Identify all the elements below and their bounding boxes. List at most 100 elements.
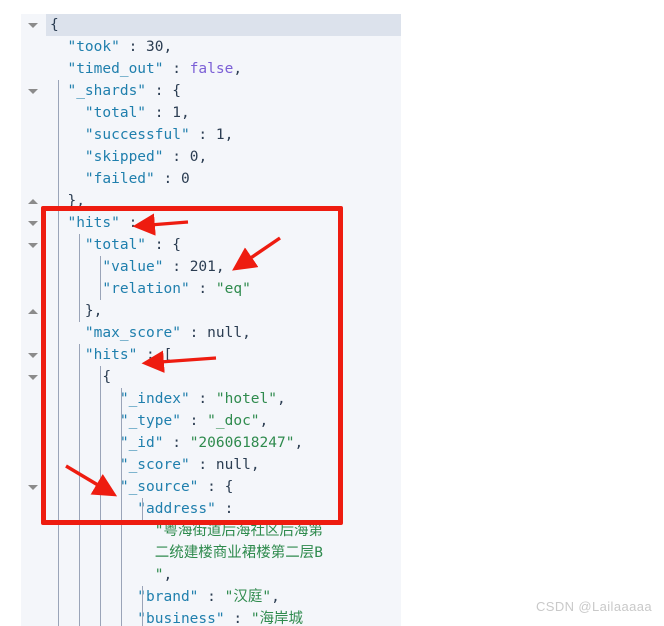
code-line[interactable]: "failed" : 0 <box>46 168 401 190</box>
chevron-up-icon[interactable] <box>27 305 40 318</box>
code-token: "max_score" <box>50 325 181 341</box>
code-token: : <box>224 611 251 626</box>
code-token: , <box>250 457 260 473</box>
code-token: "_index" <box>50 391 190 407</box>
code-token: 二统建楼商业裙楼第二层B <box>50 545 323 561</box>
code-token: "_score" <box>50 457 190 473</box>
code-token: "_source" <box>50 479 199 495</box>
code-token: "skipped" <box>50 149 164 165</box>
code-token: "failed" <box>50 171 155 187</box>
chevron-down-icon[interactable] <box>27 481 40 494</box>
code-token: , <box>215 259 225 275</box>
indent-guide <box>121 388 122 626</box>
chevron-down-icon[interactable] <box>27 19 40 32</box>
code-token: , <box>180 105 190 121</box>
indent-guide <box>100 366 101 626</box>
code-token: , <box>163 567 173 583</box>
code-token: : <box>163 61 190 77</box>
code-token: "hits" <box>50 215 120 231</box>
code-token: , <box>242 325 251 341</box>
code-token: null <box>215 457 251 473</box>
code-token: : { <box>146 83 181 99</box>
code-token: 1 <box>215 127 225 143</box>
code-line[interactable]: "_shards" : { <box>46 80 401 102</box>
code-token: "粤海街道后海社区后海第 <box>50 523 323 539</box>
code-token: "successful" <box>50 127 190 143</box>
indent-guide <box>100 256 101 300</box>
json-editor-panel[interactable]: { "took" : 30, "timed_out" : false, "_sh… <box>21 14 401 626</box>
code-token: : <box>163 259 190 275</box>
code-token: "brand" <box>50 589 199 605</box>
code-token: : { <box>198 479 234 495</box>
code-token: }, <box>50 193 85 209</box>
code-token: , <box>294 435 304 451</box>
chevron-down-icon[interactable] <box>27 349 40 362</box>
code-token: , <box>277 391 286 407</box>
screenshot-root: { "took" : 30, "timed_out" : false, "_sh… <box>0 0 664 626</box>
code-token: , <box>233 61 243 77</box>
code-token: : <box>180 413 208 429</box>
editor-gutter[interactable] <box>21 14 46 626</box>
code-line[interactable]: "skipped" : 0, <box>46 146 401 168</box>
code-token: "took" <box>50 39 120 55</box>
code-token: : <box>198 589 225 605</box>
code-token: "business" <box>50 611 225 626</box>
code-token: "_type" <box>50 413 181 429</box>
code-token: : <box>146 105 173 121</box>
code-token: "_doc" <box>207 413 260 429</box>
chevron-down-icon[interactable] <box>27 217 40 230</box>
code-token: 30 <box>146 39 164 55</box>
code-line[interactable]: "total" : 1, <box>46 102 401 124</box>
code-token: { <box>50 369 112 385</box>
code-token: 1 <box>172 105 181 121</box>
code-token: : <box>189 281 216 297</box>
code-token: { <box>50 17 59 33</box>
code-token: : <box>189 391 216 407</box>
chevron-down-icon[interactable] <box>27 239 40 252</box>
code-token: , <box>259 413 269 429</box>
code-line[interactable]: }, <box>46 190 401 212</box>
code-token: "total" <box>50 105 147 121</box>
code-token: "hotel" <box>215 391 277 407</box>
code-token: : { <box>146 237 181 253</box>
code-line[interactable]: }, <box>46 300 401 322</box>
code-token: "hits" <box>50 347 138 363</box>
code-token: "value" <box>50 259 164 275</box>
code-line[interactable]: "max_score" : null, <box>46 322 401 344</box>
code-token: " <box>50 567 164 583</box>
code-token: , <box>198 149 208 165</box>
code-token: 201 <box>189 259 216 275</box>
indent-guide <box>142 586 143 626</box>
code-token: : [ <box>137 347 173 363</box>
indent-guide <box>58 80 59 212</box>
code-line[interactable]: "successful" : 1, <box>46 124 401 146</box>
code-token: "2060618247" <box>189 435 295 451</box>
indent-guide <box>58 212 59 626</box>
chevron-up-icon[interactable] <box>27 195 40 208</box>
chevron-down-icon[interactable] <box>27 371 40 384</box>
code-token: null <box>207 325 243 341</box>
code-token: "relation" <box>50 281 190 297</box>
code-token: 0 <box>180 171 190 187</box>
indent-guide <box>142 498 143 520</box>
code-token: : <box>189 127 216 143</box>
code-line[interactable]: "hits" : [ <box>46 344 401 366</box>
code-line[interactable]: "total" : { <box>46 234 401 256</box>
code-token: "汉庭" <box>224 589 272 605</box>
code-token: "timed_out" <box>50 61 164 77</box>
code-token: : { <box>119 215 155 231</box>
code-token: "address" <box>50 501 216 517</box>
code-token: : <box>119 39 147 55</box>
code-token: "_shards" <box>50 83 147 99</box>
code-line[interactable]: "hits" : { <box>46 212 401 234</box>
code-line[interactable]: "took" : 30, <box>46 36 401 58</box>
code-token: "total" <box>50 237 147 253</box>
code-token: : <box>163 149 190 165</box>
code-token: : <box>154 171 181 187</box>
code-line[interactable]: { <box>46 14 401 36</box>
code-token: : <box>189 457 216 473</box>
code-line[interactable]: "timed_out" : false, <box>46 58 401 80</box>
chevron-down-icon[interactable] <box>27 85 40 98</box>
code-content[interactable]: { "took" : 30, "timed_out" : false, "_sh… <box>46 14 401 626</box>
code-token: false <box>189 61 234 77</box>
